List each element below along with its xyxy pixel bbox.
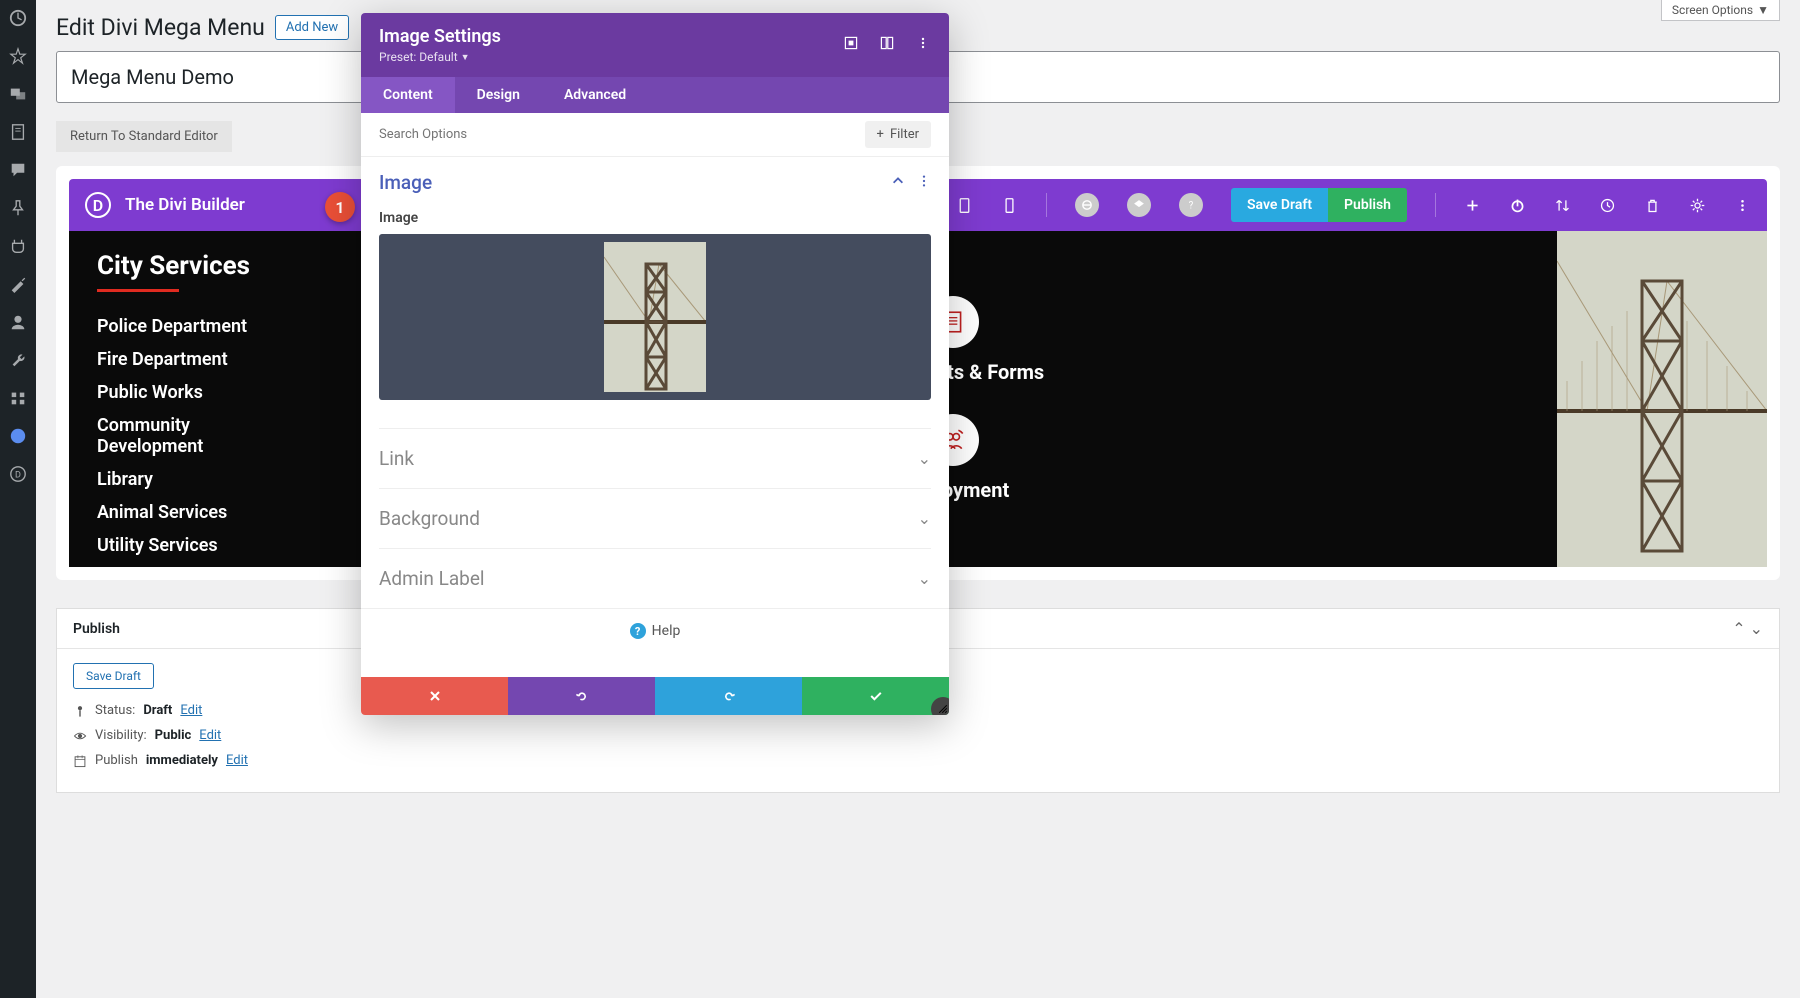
modal-title: Image Settings xyxy=(379,26,501,47)
svg-text:D: D xyxy=(15,471,21,481)
tab-advanced[interactable]: Advanced xyxy=(542,77,648,113)
tab-content[interactable]: Content xyxy=(361,77,455,113)
settings-icon[interactable] xyxy=(8,388,28,408)
section-background[interactable]: Background ⌄ xyxy=(379,488,931,548)
section-image-header[interactable]: Image xyxy=(379,171,931,194)
image-settings-modal: Image Settings Preset: Default ▼ Content… xyxy=(361,13,949,715)
wp-admin-sidebar: D xyxy=(0,0,36,998)
fullscreen-icon[interactable] xyxy=(843,35,859,55)
tablet-icon[interactable] xyxy=(956,197,973,214)
publish-heading: Publish xyxy=(73,621,120,637)
plugins-icon[interactable] xyxy=(8,236,28,256)
divi-menu-icon[interactable]: D xyxy=(8,464,28,484)
redo-button[interactable] xyxy=(655,677,802,715)
modal-footer xyxy=(361,677,949,715)
menu-item[interactable]: Community Development xyxy=(97,409,277,463)
more-icon[interactable] xyxy=(915,35,931,55)
menu-heading: City Services xyxy=(97,251,321,281)
edit-status-link[interactable]: Edit xyxy=(180,703,202,718)
chevron-down-icon: ▼ xyxy=(461,52,470,63)
menu-item[interactable]: Fire Department xyxy=(97,343,321,376)
publish-button[interactable]: Publish xyxy=(1328,188,1407,222)
mobile-icon[interactable] xyxy=(1001,197,1018,214)
confirm-button[interactable] xyxy=(802,677,949,715)
users-icon[interactable] xyxy=(8,312,28,332)
modal-tabs: Content Design Advanced xyxy=(361,77,949,113)
search-options-input[interactable] xyxy=(379,121,865,148)
menu-item[interactable]: Utility Services xyxy=(97,529,321,562)
power-icon[interactable] xyxy=(1509,197,1526,214)
menu-item[interactable]: Public Works xyxy=(97,376,321,409)
menu-item[interactable]: Animal Services xyxy=(97,496,321,529)
plus-icon: + xyxy=(877,127,884,142)
return-standard-editor-button[interactable]: Return To Standard Editor xyxy=(56,121,232,152)
filter-button[interactable]: + Filter xyxy=(865,121,931,148)
custom1-icon[interactable] xyxy=(8,426,28,446)
add-new-button[interactable]: Add New xyxy=(275,15,349,40)
tab-design[interactable]: Design xyxy=(455,77,542,113)
publish-date-row: Publish immediately Edit xyxy=(73,753,1763,768)
appearance-icon[interactable] xyxy=(8,274,28,294)
undo-button[interactable] xyxy=(508,677,655,715)
chevron-down-icon: ▼ xyxy=(1757,3,1769,17)
more-icon[interactable] xyxy=(1734,197,1751,214)
image-field-label: Image xyxy=(379,210,931,226)
divi-logo-icon: D xyxy=(85,192,111,218)
cancel-button[interactable] xyxy=(361,677,508,715)
heading-underline xyxy=(97,289,179,292)
chevron-up-icon[interactable]: ⌃ xyxy=(1732,619,1745,638)
chevron-down-icon: ⌄ xyxy=(918,509,931,528)
help-link[interactable]: ? Help xyxy=(361,608,949,653)
edit-visibility-link[interactable]: Edit xyxy=(199,728,221,743)
resize-handle[interactable] xyxy=(931,697,949,715)
chevron-down-icon[interactable]: ⌄ xyxy=(1750,619,1763,638)
chevron-down-icon: ⌄ xyxy=(918,569,931,588)
menu-list: Police Department Fire Department Public… xyxy=(97,310,321,562)
undo-circle-icon[interactable] xyxy=(1075,193,1099,217)
help-icon: ? xyxy=(630,623,646,639)
bridge-image xyxy=(1557,231,1767,567)
sort-icon[interactable] xyxy=(1554,197,1571,214)
page-title: Edit Divi Mega Menu xyxy=(56,14,265,41)
divi-builder-title: The Divi Builder xyxy=(125,195,245,215)
save-draft-inline-button[interactable]: Save Draft xyxy=(73,663,154,689)
more-icon[interactable] xyxy=(917,173,931,192)
tools-icon[interactable] xyxy=(8,350,28,370)
image-preview[interactable] xyxy=(379,234,931,400)
chevron-up-icon[interactable] xyxy=(891,173,905,192)
layers-circle-icon[interactable] xyxy=(1127,193,1151,217)
pin2-icon[interactable] xyxy=(8,198,28,218)
section-link[interactable]: Link ⌄ xyxy=(379,428,931,488)
svg-text:?: ? xyxy=(1189,201,1194,212)
preset-dropdown[interactable]: Preset: Default ▼ xyxy=(379,50,501,64)
pin-icon[interactable] xyxy=(8,46,28,66)
save-draft-button[interactable]: Save Draft xyxy=(1231,188,1328,222)
screen-options-tab[interactable]: Screen Options ▼ xyxy=(1661,0,1780,21)
menu-item[interactable]: Police Department xyxy=(97,310,321,343)
plus-icon[interactable] xyxy=(1464,197,1481,214)
edit-publishdate-link[interactable]: Edit xyxy=(226,753,248,768)
comments-icon[interactable] xyxy=(8,160,28,180)
menu-item[interactable]: Library xyxy=(97,463,321,496)
section-admin-label[interactable]: Admin Label ⌄ xyxy=(379,548,931,608)
chevron-down-icon: ⌄ xyxy=(918,449,931,468)
dashboard-icon[interactable] xyxy=(8,8,28,28)
pages-icon[interactable] xyxy=(8,122,28,142)
media-icon[interactable] xyxy=(8,84,28,104)
columns-icon[interactable] xyxy=(879,35,895,55)
history-icon[interactable] xyxy=(1599,197,1616,214)
help-circle-icon[interactable]: ? xyxy=(1179,193,1203,217)
visibility-row: Visibility: Public Edit xyxy=(73,728,1763,743)
gear-icon[interactable] xyxy=(1689,197,1706,214)
trash-icon[interactable] xyxy=(1644,197,1661,214)
step-badge-1: 1 xyxy=(325,192,355,222)
